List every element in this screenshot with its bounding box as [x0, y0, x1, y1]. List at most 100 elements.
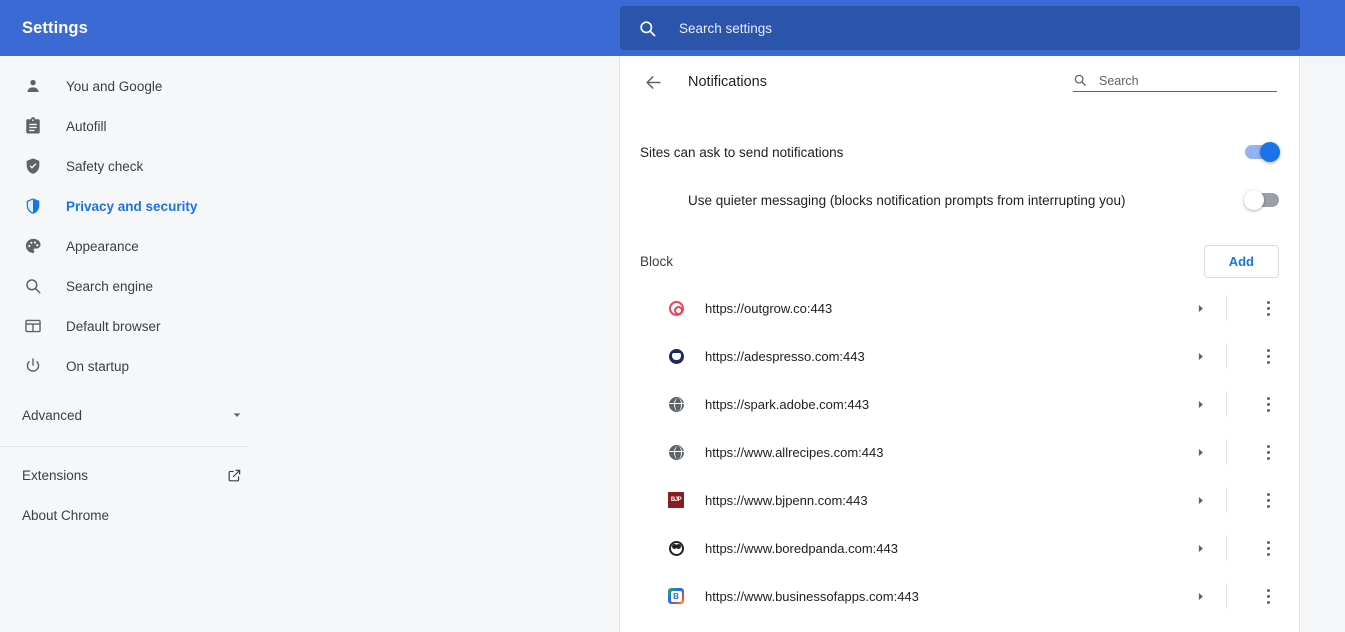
site-row[interactable]: https://www.boredpanda.com:443 — [620, 524, 1299, 572]
sidebar-item-extensions[interactable]: Extensions — [0, 455, 248, 495]
more-vertical-icon[interactable] — [1251, 589, 1285, 604]
arrow-left-icon[interactable] — [640, 69, 666, 95]
sidebar-divider — [0, 446, 248, 447]
site-url: https://adespresso.com:443 — [705, 349, 1182, 364]
sidebar-item-privacy-and-security[interactable]: Privacy and security — [0, 186, 619, 226]
site-row[interactable]: https://www.allrecipes.com:443 — [620, 428, 1299, 476]
sidebar-item-search-engine[interactable]: Search engine — [0, 266, 619, 306]
sidebar-item-label: Privacy and security — [66, 199, 197, 214]
sidebar-item-about-chrome[interactable]: About Chrome — [0, 495, 248, 535]
globe-favicon — [668, 444, 684, 460]
external-link-icon — [227, 468, 248, 483]
browser-window-icon — [22, 315, 44, 337]
chevron-down-icon — [230, 408, 248, 422]
favicon-glyph: B — [668, 588, 684, 604]
favicon-glyph — [669, 301, 684, 316]
sidebar-item-label: Default browser — [66, 319, 161, 334]
favicon-glyph: BJP — [668, 492, 684, 508]
clipboard-icon — [22, 115, 44, 137]
page-title: Notifications — [688, 74, 1073, 90]
setting-label: Sites can ask to send notifications — [640, 145, 1245, 160]
chevron-right-icon[interactable] — [1182, 494, 1218, 507]
add-button[interactable]: Add — [1204, 245, 1279, 278]
favicon-glyph — [669, 445, 684, 460]
shield-check-icon — [22, 155, 44, 177]
favicon-glyph — [669, 349, 684, 364]
sidebar-item-label: Appearance — [66, 239, 139, 254]
chevron-right-icon[interactable] — [1182, 350, 1218, 363]
person-icon — [22, 75, 44, 97]
panel-search-input[interactable] — [1099, 74, 1264, 88]
outgrow-favicon — [668, 300, 684, 316]
search-icon — [638, 19, 657, 38]
sidebar-item-safety-check[interactable]: Safety check — [0, 146, 619, 186]
app-title: Settings — [0, 19, 620, 38]
setting-row-quieter-messaging: Use quieter messaging (blocks notificati… — [620, 176, 1299, 224]
sidebar-item-label: Autofill — [66, 119, 107, 134]
panel-search-box[interactable] — [1073, 73, 1277, 92]
row-divider — [1226, 487, 1227, 513]
site-url: https://outgrow.co:443 — [705, 301, 1182, 316]
shield-icon — [22, 195, 44, 217]
businessofapps-favicon: B — [668, 588, 684, 604]
chevron-right-icon[interactable] — [1182, 398, 1218, 411]
adespresso-favicon — [668, 348, 684, 364]
sidebar-item-appearance[interactable]: Appearance — [0, 226, 619, 266]
sidebar-item-on-startup[interactable]: On startup — [0, 346, 619, 386]
globe-favicon — [668, 396, 684, 412]
sidebar-item-you-and-google[interactable]: You and Google — [0, 66, 619, 106]
notifications-settings-panel: Notifications Sites can ask to send noti… — [619, 56, 1300, 632]
global-search-input[interactable] — [679, 21, 1239, 36]
search-icon — [22, 275, 44, 297]
favicon-letter: B — [671, 591, 682, 602]
chevron-right-icon[interactable] — [1182, 302, 1218, 315]
sidebar-item-autofill[interactable]: Autofill — [0, 106, 619, 146]
row-divider — [1226, 343, 1227, 369]
sidebar-advanced-toggle[interactable]: Advanced — [0, 394, 248, 436]
more-vertical-icon[interactable] — [1251, 349, 1285, 364]
boredpanda-favicon — [668, 540, 684, 556]
sidebar-item-label: On startup — [66, 359, 129, 374]
site-row[interactable]: BJP https://www.bjpenn.com:443 — [620, 476, 1299, 524]
settings-sidebar: You and Google Autofill Safety check Pri… — [0, 56, 619, 632]
site-row[interactable]: https://spark.adobe.com:443 — [620, 380, 1299, 428]
favicon-glyph — [669, 397, 684, 412]
global-search-box[interactable] — [620, 6, 1300, 50]
sites-can-ask-toggle[interactable] — [1245, 145, 1279, 159]
more-vertical-icon[interactable] — [1251, 541, 1285, 556]
row-divider — [1226, 535, 1227, 561]
chevron-right-icon[interactable] — [1182, 590, 1218, 603]
favicon-glyph — [669, 541, 684, 556]
toggle-knob — [1244, 190, 1264, 210]
more-vertical-icon[interactable] — [1251, 397, 1285, 412]
block-section-title: Block — [640, 254, 1204, 269]
site-row[interactable]: Bhttps://www.businessofapps.com:443 — [620, 572, 1299, 620]
sidebar-item-label: About Chrome — [22, 508, 248, 523]
sidebar-item-label: Search engine — [66, 279, 153, 294]
site-url: https://www.boredpanda.com:443 — [705, 541, 1182, 556]
sidebar-item-default-browser[interactable]: Default browser — [0, 306, 619, 346]
palette-icon — [22, 235, 44, 257]
quieter-messaging-toggle[interactable] — [1245, 193, 1279, 207]
toggle-knob — [1260, 142, 1280, 162]
more-vertical-icon[interactable] — [1251, 445, 1285, 460]
chevron-right-icon[interactable] — [1182, 446, 1218, 459]
setting-label: Use quieter messaging (blocks notificati… — [688, 193, 1245, 208]
blocked-site-list: https://outgrow.co:443 https://adespresso… — [620, 284, 1299, 620]
search-icon — [1073, 73, 1087, 88]
sidebar-item-label: Safety check — [66, 159, 143, 174]
more-vertical-icon[interactable] — [1251, 493, 1285, 508]
bjpenn-favicon: BJP — [668, 492, 684, 508]
more-vertical-icon[interactable] — [1251, 301, 1285, 316]
chevron-right-icon[interactable] — [1182, 542, 1218, 555]
sidebar-item-label: You and Google — [66, 79, 162, 94]
sidebar-advanced-label: Advanced — [22, 408, 230, 423]
site-row[interactable]: https://outgrow.co:443 — [620, 284, 1299, 332]
site-url: https://www.allrecipes.com:443 — [705, 445, 1182, 460]
site-url: https://www.bjpenn.com:443 — [705, 493, 1182, 508]
app-header: Settings — [0, 0, 1345, 56]
row-divider — [1226, 583, 1227, 609]
page-header: Notifications — [620, 56, 1299, 108]
sidebar-item-label: Extensions — [22, 468, 227, 483]
site-row[interactable]: https://adespresso.com:443 — [620, 332, 1299, 380]
